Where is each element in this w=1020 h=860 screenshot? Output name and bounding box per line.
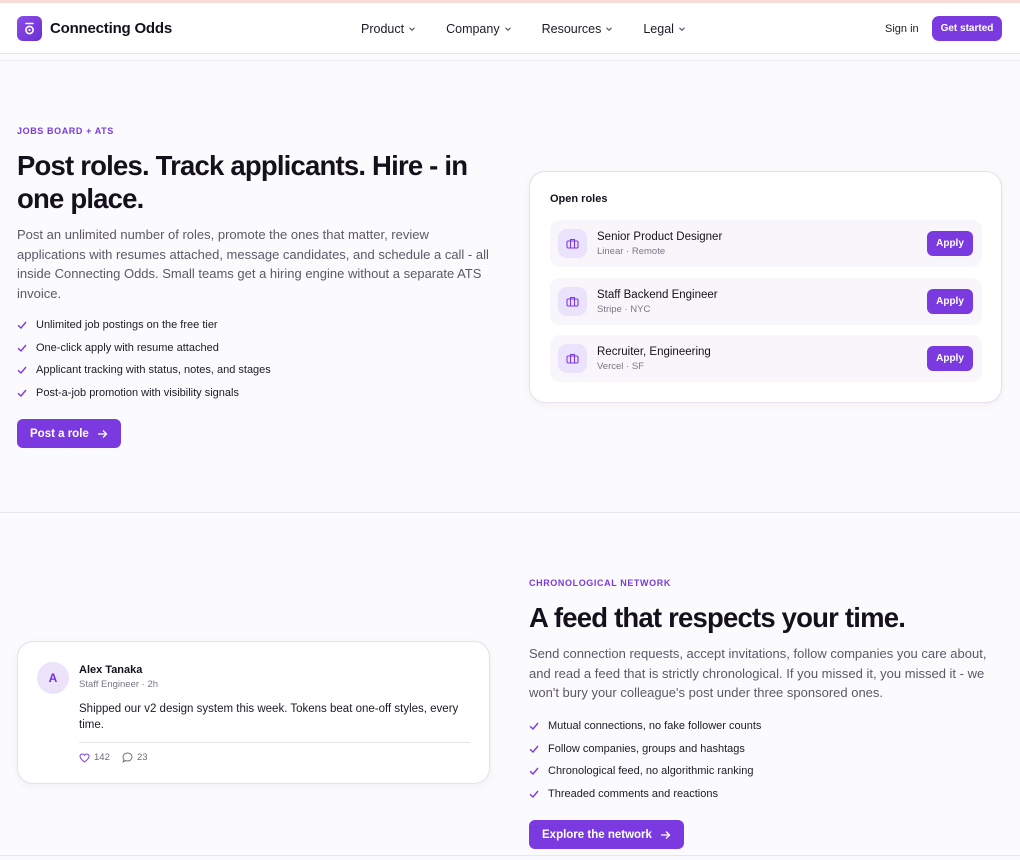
- role-title: Staff Backend Engineer: [597, 289, 718, 301]
- feature-label: Unlimited job postings on the free tier: [36, 319, 218, 332]
- briefcase-icon: [558, 344, 587, 373]
- feature-label: Chronological feed, no algorithmic ranki…: [548, 765, 754, 778]
- chevron-down-icon: [606, 27, 613, 32]
- feature-item: Applicant tracking with status, notes, a…: [17, 359, 271, 382]
- chevron-down-icon: [409, 27, 416, 32]
- get-started-button[interactable]: Get started: [932, 16, 1002, 41]
- check-icon: [529, 722, 539, 731]
- comment-icon: [122, 752, 133, 763]
- feature-item: Threaded comments and reactions: [529, 783, 761, 806]
- feature-label: Follow companies, groups and hashtags: [548, 742, 745, 755]
- menu-company[interactable]: Company: [446, 22, 512, 36]
- feed-post-card: A Alex Tanaka Staff Engineer · 2h Shippe…: [17, 641, 490, 784]
- role-meta: Linear · Remote: [597, 246, 666, 257]
- feature-item: Chronological feed, no algorithmic ranki…: [529, 760, 761, 783]
- apply-button[interactable]: Apply: [927, 231, 973, 256]
- like-reaction[interactable]: 142: [79, 752, 110, 763]
- network-eyebrow: CHRONOLOGICAL NETWORK: [529, 578, 671, 588]
- logo-icon: [17, 16, 42, 41]
- comment-reaction[interactable]: 23: [122, 752, 148, 763]
- network-feature-list: Mutual connections, no fake follower cou…: [529, 715, 761, 805]
- role-title: Senior Product Designer: [597, 231, 723, 243]
- jobs-eyebrow: JOBS BOARD + ATS: [17, 126, 114, 136]
- network-heading: A feed that respects your time.: [529, 602, 906, 633]
- feature-label: One-click apply with resume attached: [36, 341, 219, 354]
- sign-in-link[interactable]: Sign in: [885, 23, 919, 35]
- check-icon: [17, 389, 27, 397]
- check-icon: [529, 745, 539, 753]
- post-divider: [79, 742, 470, 743]
- comment-count: 23: [137, 752, 148, 763]
- feature-item: Follow companies, groups and hashtags: [529, 738, 761, 761]
- feature-item: Post-a-job promotion with visibility sig…: [17, 382, 271, 405]
- role-title: Recruiter, Engineering: [597, 346, 711, 358]
- post-role-label: Post a role: [30, 427, 89, 440]
- role-row[interactable]: Senior Product Designer Linear · Remote …: [550, 220, 982, 267]
- feature-label: Threaded comments and reactions: [548, 787, 718, 800]
- section-divider: [0, 512, 1020, 513]
- feature-item: One-click apply with resume attached: [17, 337, 271, 360]
- jobs-heading: Post roles. Track applicants. Hire - in …: [17, 150, 468, 214]
- section-divider: [0, 855, 1020, 856]
- network-description: Send connection requests, accept invitat…: [529, 646, 987, 700]
- check-icon: [529, 790, 539, 798]
- section-divider: [0, 60, 1020, 61]
- check-icon: [17, 321, 27, 330]
- menu-label: Product: [361, 22, 405, 36]
- menu-label: Legal: [643, 22, 674, 36]
- feature-item: Unlimited job postings on the free tier: [17, 314, 271, 337]
- avatar[interactable]: A: [37, 662, 69, 694]
- feature-label: Applicant tracking with status, notes, a…: [36, 364, 271, 377]
- briefcase-icon: [558, 287, 587, 316]
- menu-legal[interactable]: Legal: [643, 22, 686, 36]
- explore-network-button[interactable]: Explore the network: [529, 820, 684, 849]
- top-navigation: Connecting Odds Product Company Resource…: [0, 3, 1020, 54]
- feature-label: Post-a-job promotion with visibility sig…: [36, 386, 239, 399]
- check-icon: [529, 767, 539, 776]
- jobs-description: Post an unlimited number of roles, promo…: [17, 227, 489, 301]
- chevron-down-icon: [504, 27, 511, 32]
- post-text: Shipped our v2 design system this week. …: [79, 703, 459, 731]
- like-count: 142: [94, 752, 110, 763]
- post-role-button[interactable]: Post a role: [17, 419, 121, 448]
- menu-product[interactable]: Product: [361, 22, 416, 36]
- explore-network-label: Explore the network: [542, 828, 652, 841]
- brand[interactable]: Connecting Odds: [17, 16, 172, 41]
- post-author-meta: Staff Engineer · 2h: [79, 679, 159, 690]
- post-author[interactable]: Alex Tanaka: [79, 664, 142, 676]
- open-roles-title: Open roles: [550, 193, 608, 205]
- briefcase-icon: [558, 229, 587, 258]
- feature-item: Mutual connections, no fake follower cou…: [529, 715, 761, 738]
- feature-label: Mutual connections, no fake follower cou…: [548, 720, 762, 733]
- arrow-right-icon: [660, 830, 671, 839]
- apply-button[interactable]: Apply: [927, 346, 973, 371]
- main-menu: Product Company Resources Legal: [361, 22, 686, 36]
- role-meta: Vercel · SF: [597, 361, 644, 372]
- apply-button[interactable]: Apply: [927, 289, 973, 314]
- role-row[interactable]: Staff Backend Engineer Stripe · NYC Appl…: [550, 278, 982, 325]
- menu-label: Company: [446, 22, 500, 36]
- menu-resources[interactable]: Resources: [542, 22, 614, 36]
- heart-icon: [79, 752, 90, 763]
- menu-label: Resources: [541, 22, 602, 36]
- jobs-feature-list: Unlimited job postings on the free tier …: [17, 314, 271, 404]
- role-row[interactable]: Recruiter, Engineering Vercel · SF Apply: [550, 335, 982, 382]
- check-icon: [17, 344, 27, 352]
- chevron-down-icon: [679, 27, 685, 32]
- arrow-right-icon: [97, 429, 108, 438]
- check-icon: [17, 366, 27, 375]
- open-roles-card: Open roles Senior Product Designer Linea…: [529, 171, 1002, 403]
- role-meta: Stripe · NYC: [597, 304, 651, 315]
- brand-name: Connecting Odds: [50, 20, 172, 37]
